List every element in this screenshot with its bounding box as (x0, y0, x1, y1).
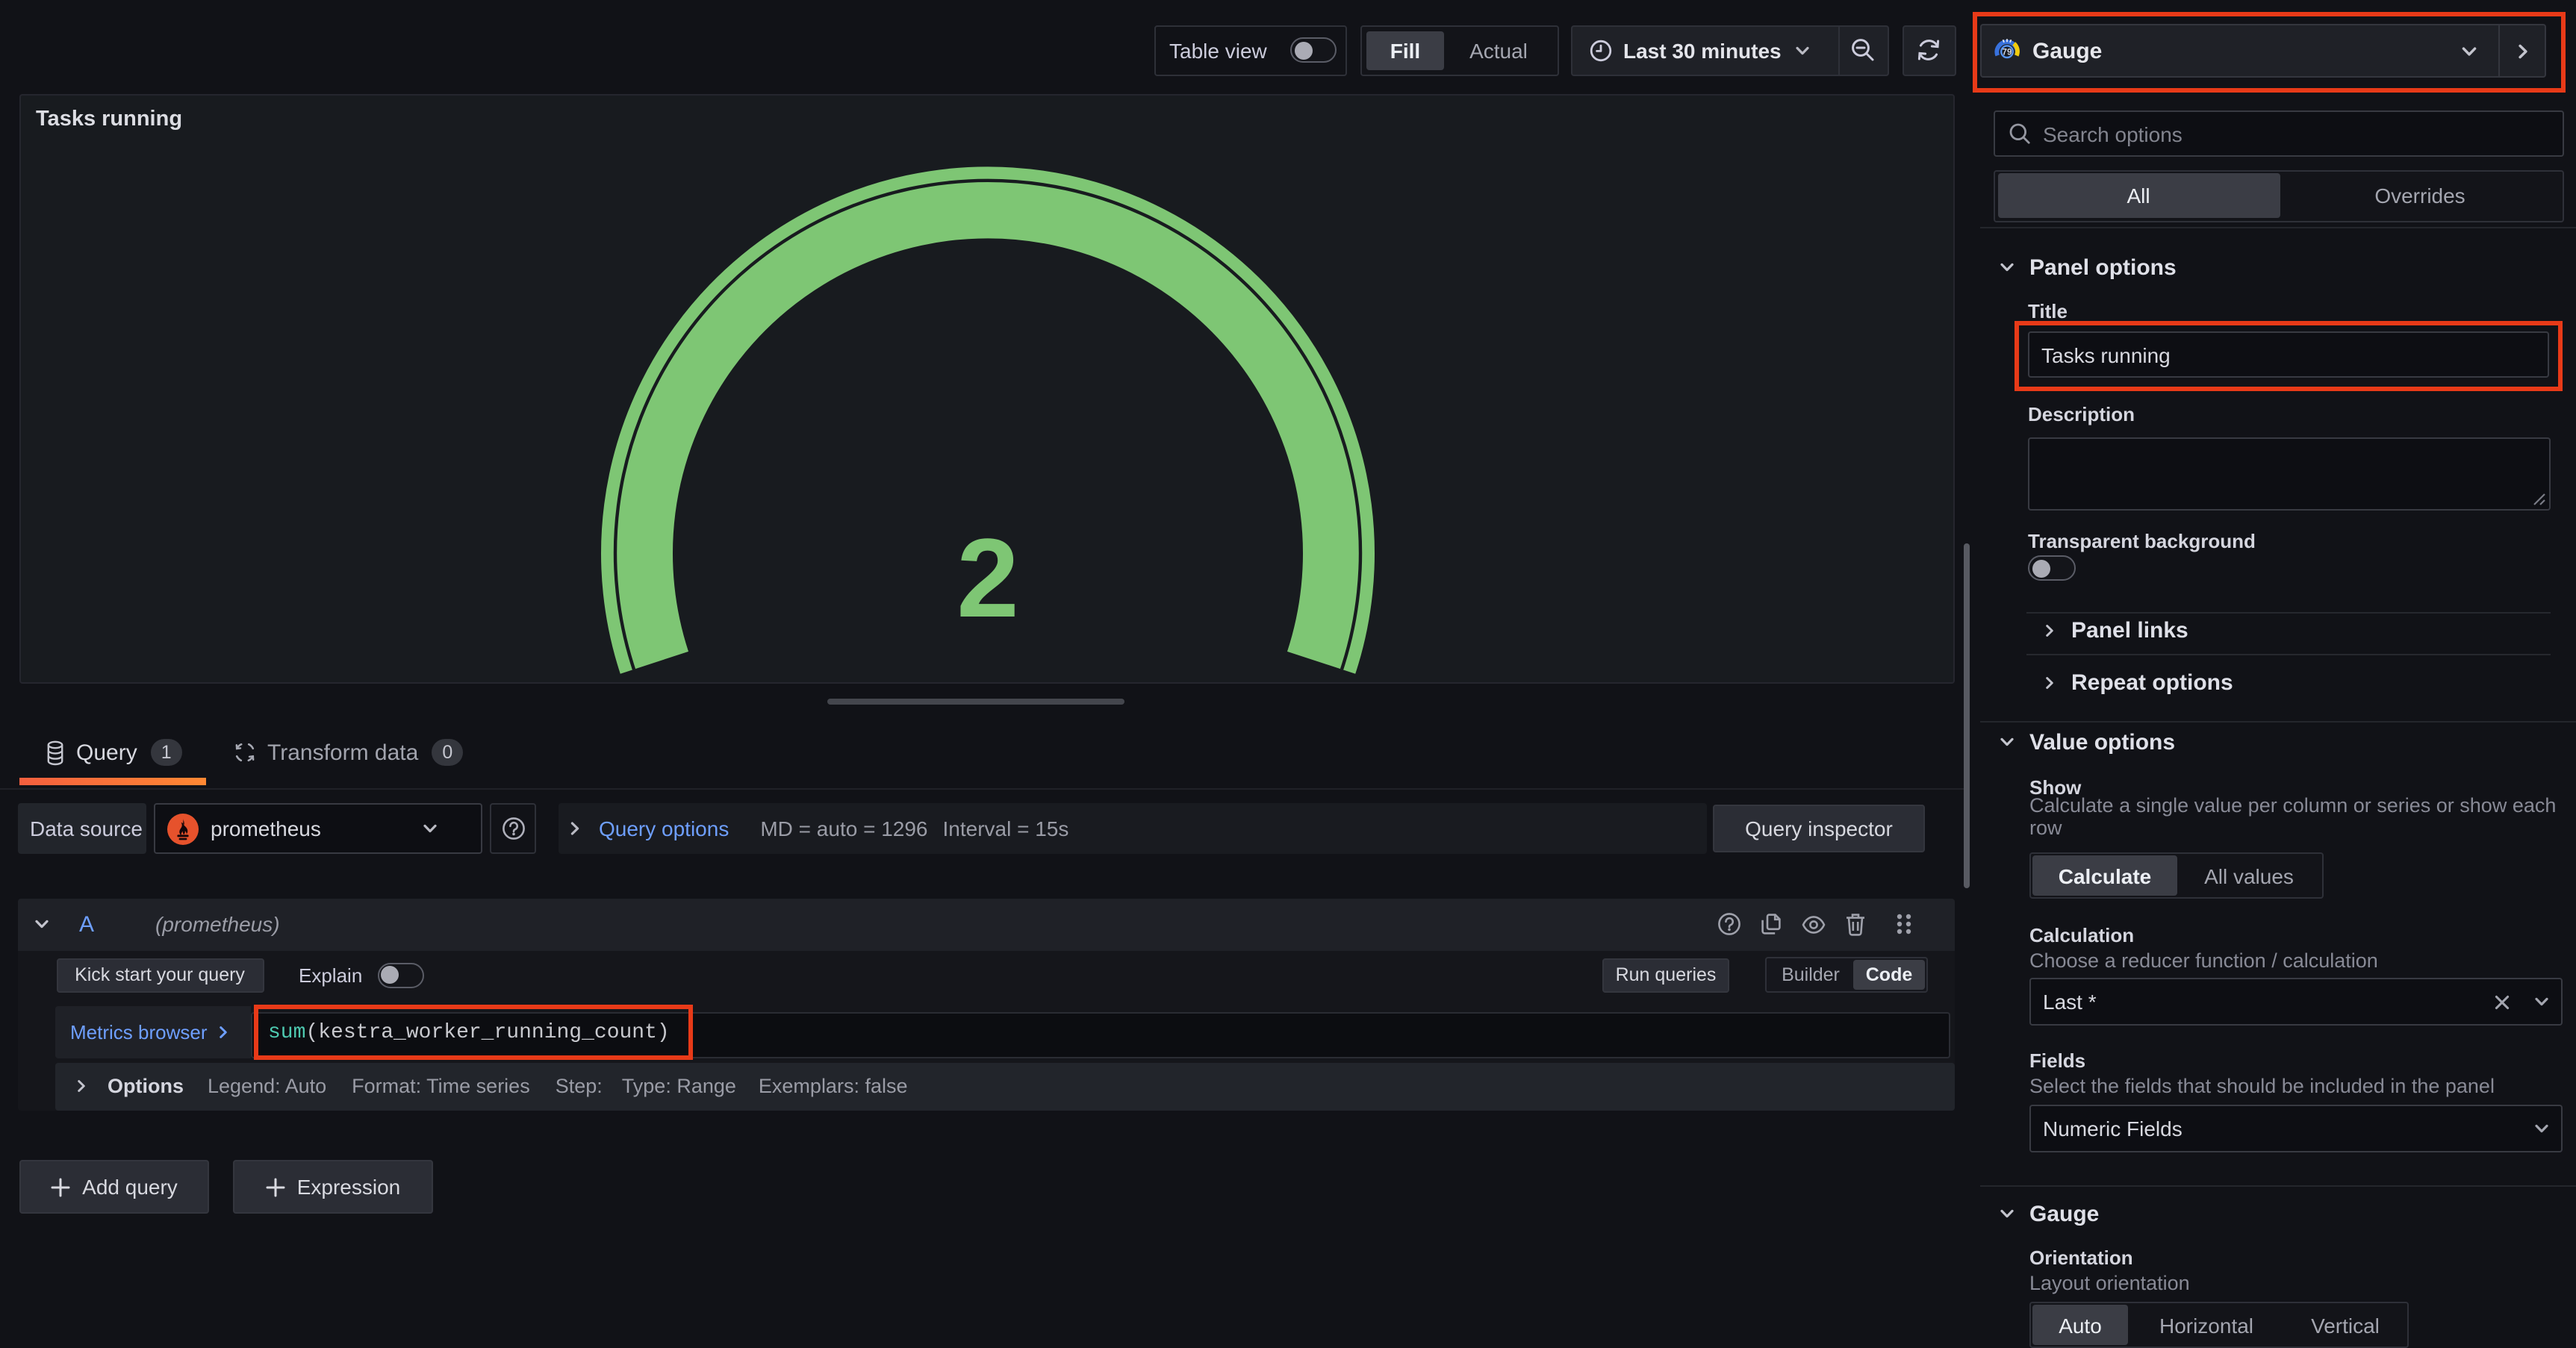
svg-text:79: 79 (2003, 47, 2012, 57)
